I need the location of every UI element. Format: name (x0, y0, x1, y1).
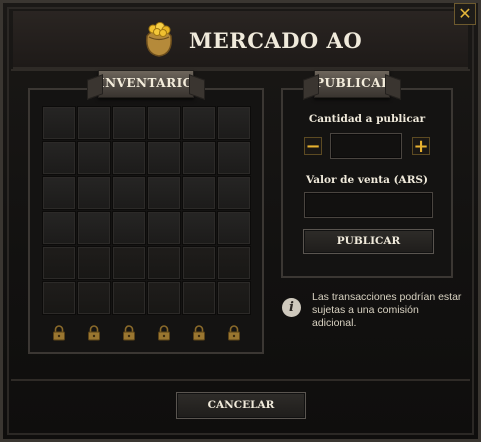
inventory-slot[interactable] (217, 246, 251, 280)
inventory-slot[interactable] (77, 141, 111, 175)
inventory-slot[interactable] (42, 141, 76, 175)
info-icon: i (282, 298, 301, 317)
lock-icon (228, 325, 240, 341)
inventory-slot[interactable] (112, 176, 146, 210)
inventory-slot[interactable] (112, 281, 146, 315)
inventory-slot-locked (77, 316, 111, 350)
inventory-slot[interactable] (147, 211, 181, 245)
publish-button[interactable]: PUBLICAR (303, 229, 434, 254)
inventory-slot[interactable] (147, 176, 181, 210)
inventory-slot[interactable] (147, 106, 181, 140)
inventory-slot[interactable] (77, 211, 111, 245)
window-title: MERCADO AO (189, 27, 363, 53)
header-divider (11, 69, 470, 71)
title-group: MERCADO AO (139, 17, 362, 63)
inventory-slot[interactable] (42, 176, 76, 210)
footer-divider (11, 379, 470, 381)
inventory-slot[interactable] (112, 211, 146, 245)
inventory-slot[interactable] (147, 141, 181, 175)
inventory-slot[interactable] (147, 246, 181, 280)
quantity-decrease-button[interactable]: − (304, 137, 322, 156)
inventory-slot[interactable] (217, 281, 251, 315)
lock-icon (158, 325, 170, 341)
inventory-slot[interactable] (77, 106, 111, 140)
commission-notice: Las transacciones podrían estar sujetas … (312, 291, 462, 329)
price-input[interactable] (304, 192, 433, 218)
inventory-slot[interactable] (77, 246, 111, 280)
inventory-slot-locked (182, 316, 216, 350)
inventory-slot-locked (42, 316, 76, 350)
inventory-slot[interactable] (112, 141, 146, 175)
inventory-slot[interactable] (42, 106, 76, 140)
lock-icon (53, 325, 65, 341)
inventory-slot[interactable] (182, 246, 216, 280)
inventory-slot[interactable] (182, 106, 216, 140)
inventory-slot[interactable] (217, 176, 251, 210)
inventory-slot-locked (112, 316, 146, 350)
inventory-banner: INVENTARIO (98, 70, 194, 98)
price-label: Valor de venta (ARS) (306, 174, 428, 186)
inventory-slot-locked (147, 316, 181, 350)
inventory-slot[interactable] (42, 246, 76, 280)
inventory-slot[interactable] (147, 281, 181, 315)
quantity-increase-button[interactable]: + (412, 137, 430, 156)
inventory-slot[interactable] (112, 246, 146, 280)
inventory-slot[interactable] (42, 281, 76, 315)
close-button[interactable]: ✕ (454, 3, 476, 25)
inventory-slot[interactable] (217, 106, 251, 140)
lock-icon (123, 325, 135, 341)
inventory-slot[interactable] (182, 211, 216, 245)
inventory-slot[interactable] (77, 281, 111, 315)
inventory-slot[interactable] (217, 141, 251, 175)
publish-banner: PUBLICAR (314, 70, 391, 98)
quantity-label: Cantidad a publicar (308, 113, 426, 125)
quantity-input[interactable] (330, 133, 402, 159)
lock-icon (88, 325, 100, 341)
inventory-slot[interactable] (182, 176, 216, 210)
inventory-slot[interactable] (217, 211, 251, 245)
cancel-button[interactable]: CANCELAR (176, 392, 306, 419)
inventory-slot[interactable] (182, 141, 216, 175)
inventory-slot[interactable] (112, 106, 146, 140)
gold-bag-icon (146, 22, 172, 57)
inventory-slot-locked (217, 316, 251, 350)
inventory-grid (42, 106, 251, 350)
inventory-slot[interactable] (42, 211, 76, 245)
lock-icon (193, 325, 205, 341)
inventory-slot[interactable] (77, 176, 111, 210)
inventory-slot[interactable] (182, 281, 216, 315)
